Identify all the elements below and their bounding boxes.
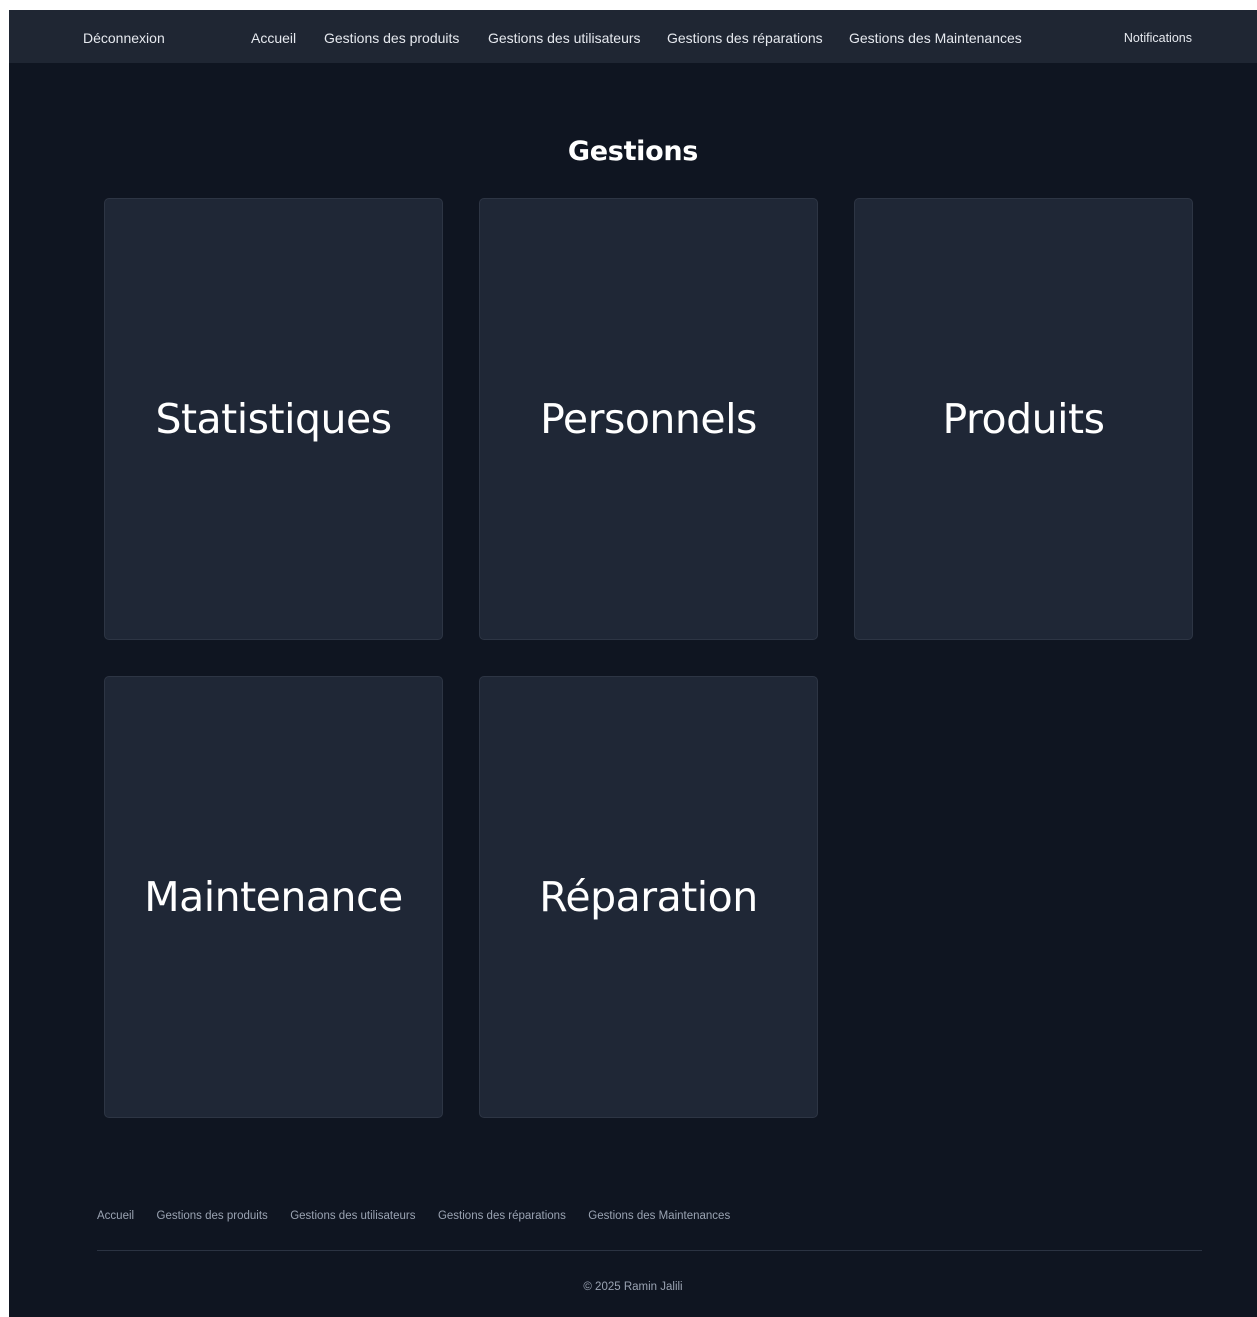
card-label: Réparation [539, 873, 758, 921]
card-label: Statistiques [155, 395, 392, 443]
app-root: Déconnexion Accueil Gestions des produit… [9, 10, 1257, 1317]
footer-divider [97, 1250, 1202, 1251]
notifications-link[interactable]: Notifications [1124, 10, 1192, 63]
card-label: Personnels [540, 395, 757, 443]
card-reparation[interactable]: Réparation [479, 676, 818, 1118]
footer-link-accueil[interactable]: Accueil [97, 1210, 134, 1222]
card-label: Produits [942, 395, 1105, 443]
footer-link-utilisateurs[interactable]: Gestions des utilisateurs [290, 1210, 415, 1222]
nav-link-produits[interactable]: Gestions des produits [324, 10, 459, 63]
footer-link-reparations[interactable]: Gestions des réparations [438, 1210, 566, 1222]
nav-link-utilisateurs[interactable]: Gestions des utilisateurs [488, 10, 641, 63]
top-navbar: Déconnexion Accueil Gestions des produit… [9, 10, 1257, 63]
footer-link-produits[interactable]: Gestions des produits [157, 1210, 268, 1222]
card-personnels[interactable]: Personnels [479, 198, 818, 640]
nav-link-accueil[interactable]: Accueil [251, 10, 296, 63]
card-label: Maintenance [144, 873, 403, 921]
copyright: © 2025 Ramin Jalili [583, 1281, 683, 1293]
nav-link-reparations[interactable]: Gestions des réparations [667, 10, 823, 63]
card-statistiques[interactable]: Statistiques [104, 198, 443, 640]
card-maintenance[interactable]: Maintenance [104, 676, 443, 1118]
nav-link-maintenances[interactable]: Gestions des Maintenances [849, 10, 1022, 63]
footer-links: Accueil Gestions des produits Gestions d… [97, 1206, 748, 1224]
footer-link-maintenances[interactable]: Gestions des Maintenances [588, 1210, 730, 1222]
logout-link[interactable]: Déconnexion [83, 10, 165, 63]
card-produits[interactable]: Produits [854, 198, 1193, 640]
page-title: Gestions [567, 136, 699, 168]
